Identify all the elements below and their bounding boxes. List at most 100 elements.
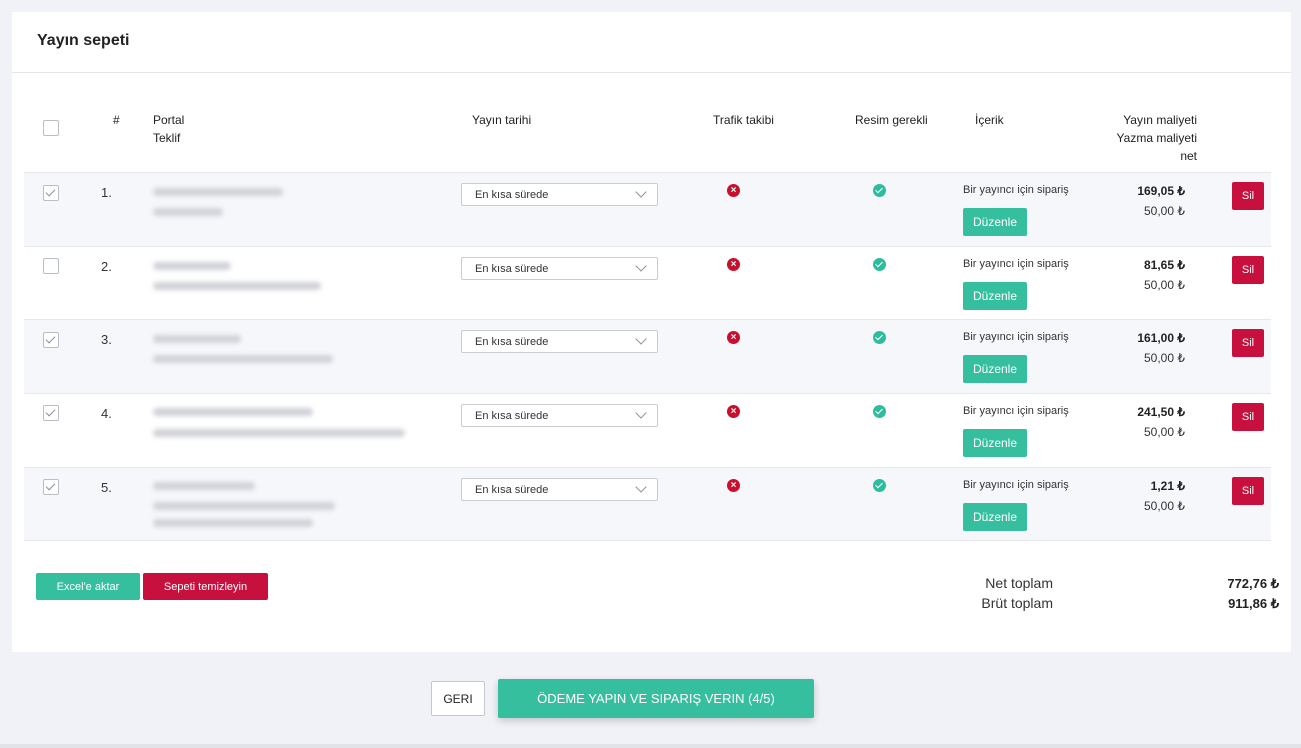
check-circle-icon [873,184,886,197]
net-total-label: Net toplam [985,575,1053,591]
publish-date-value: En kısa sürede [475,484,549,496]
row-number: 1. [101,185,112,200]
publish-date-select[interactable]: En kısa sürede [461,404,658,427]
col-content-header: İçerik [975,113,1004,127]
row-number: 4. [101,406,112,421]
portal-name-redacted [153,262,231,270]
table-row: 2. En kısa sürede × Bir yayıncı için sip… [24,246,1271,320]
write-cost: 50,00 ₺ [1144,425,1185,439]
check-circle-icon [873,331,886,344]
publish-date-select[interactable]: En kısa sürede [461,330,658,353]
publish-date-value: En kısa sürede [475,336,549,348]
gross-total-label: Brüt toplam [981,595,1053,611]
offer-name-redacted [153,502,335,510]
col-traffic-header: Trafik takibi [713,113,774,127]
x-circle-icon: × [727,258,740,271]
chevron-down-icon [635,260,647,272]
x-circle-icon: × [727,331,740,344]
portal-label: Portal [153,113,185,127]
delete-button[interactable]: Sil [1232,403,1264,431]
title-divider [12,72,1291,73]
row-checkbox[interactable] [43,258,59,274]
edit-button[interactable]: Düzenle [963,429,1027,457]
write-cost: 50,00 ₺ [1144,351,1185,365]
delete-button[interactable]: Sil [1232,477,1264,505]
back-button[interactable]: GERI [431,681,485,716]
chevron-down-icon [635,481,647,493]
write-cost: 50,00 ₺ [1144,278,1185,292]
chevron-down-icon [635,333,647,345]
publish-cost: 81,65 ₺ [1144,258,1185,272]
row-checkbox[interactable] [43,185,59,201]
portal-name-redacted [153,188,283,196]
delete-button[interactable]: Sil [1232,256,1264,284]
table-divider [24,540,1271,541]
content-text: Bir yayıncı için sipariş [963,258,1069,270]
delete-button[interactable]: Sil [1232,182,1264,210]
select-all-checkbox[interactable] [43,120,59,136]
x-circle-icon: × [727,479,740,492]
offer-label: Teklif [153,131,181,145]
offer-name-redacted [153,208,223,216]
write-cost: 50,00 ₺ [1144,499,1185,513]
table-row: 1. En kısa sürede × Bir yayıncı için sip… [24,172,1271,246]
portal-name-redacted [153,408,313,416]
pay-and-order-button[interactable]: ÖDEME YAPIN VE SIPARIŞ VERIN (4/5) [498,679,814,718]
publish-date-value: En kısa sürede [475,189,549,201]
delete-button[interactable]: Sil [1232,329,1264,357]
col-cost-header: Yayın maliyeti Yazma maliyeti net [1117,111,1197,165]
offer-name-redacted [153,355,333,363]
publish-cost-label: Yayın maliyeti [1123,113,1197,127]
table-row: 4. En kısa sürede × Bir yayıncı için sip… [24,393,1271,467]
publish-cost: 169,05 ₺ [1137,184,1185,198]
content-text: Bir yayıncı için sipariş [963,405,1069,417]
check-circle-icon [873,405,886,418]
row-checkbox[interactable] [43,479,59,495]
chevron-down-icon [635,186,647,198]
offer-name-redacted [153,429,405,437]
table-row: 5. En kısa sürede × Bir yayıncı için sip… [24,467,1271,541]
edit-button[interactable]: Düzenle [963,355,1027,383]
content-text: Bir yayıncı için sipariş [963,331,1069,343]
chevron-down-icon [635,407,647,419]
bottom-border [0,744,1301,748]
x-circle-icon: × [727,184,740,197]
col-image-header: Resim gerekli [855,113,928,127]
edit-button[interactable]: Düzenle [963,208,1027,236]
portal-name-redacted [153,335,241,343]
content-text: Bir yayıncı için sipariş [963,184,1069,196]
publish-date-select[interactable]: En kısa sürede [461,183,658,206]
check-circle-icon [873,258,886,271]
col-date-header: Yayın tarihi [472,113,532,127]
write-cost-label: Yazma maliyeti [1116,131,1197,145]
offer-name-redacted [153,282,321,290]
row-number: 2. [101,259,112,274]
col-number-header: # [113,113,120,127]
export-excel-button[interactable]: Excel'e aktar [36,573,140,600]
offer-detail-redacted [153,519,313,527]
write-cost: 50,00 ₺ [1144,204,1185,218]
net-label: net [1180,149,1197,163]
check-circle-icon [873,479,886,492]
x-circle-icon: × [727,405,740,418]
gross-total-value: 911,86 ₺ [1228,596,1279,611]
table-row: 3. En kısa sürede × Bir yayıncı için sip… [24,319,1271,393]
row-number: 5. [101,480,112,495]
publish-cost: 1,21 ₺ [1150,479,1185,493]
content-text: Bir yayıncı için sipariş [963,479,1069,491]
publish-date-select[interactable]: En kısa sürede [461,257,658,280]
portal-name-redacted [153,482,255,490]
edit-button[interactable]: Düzenle [963,282,1027,310]
page-title: Yayın sepeti [37,32,130,49]
row-checkbox[interactable] [43,332,59,348]
edit-button[interactable]: Düzenle [963,503,1027,531]
publish-date-value: En kısa sürede [475,410,549,422]
row-number: 3. [101,332,112,347]
publish-date-select[interactable]: En kısa sürede [461,478,658,501]
publish-cost: 241,50 ₺ [1137,405,1185,419]
publish-date-value: En kısa sürede [475,263,549,275]
row-checkbox[interactable] [43,405,59,421]
net-total-value: 772,76 ₺ [1227,576,1279,591]
clear-cart-button[interactable]: Sepeti temizleyin [143,573,268,600]
publish-cost: 161,00 ₺ [1137,331,1185,345]
